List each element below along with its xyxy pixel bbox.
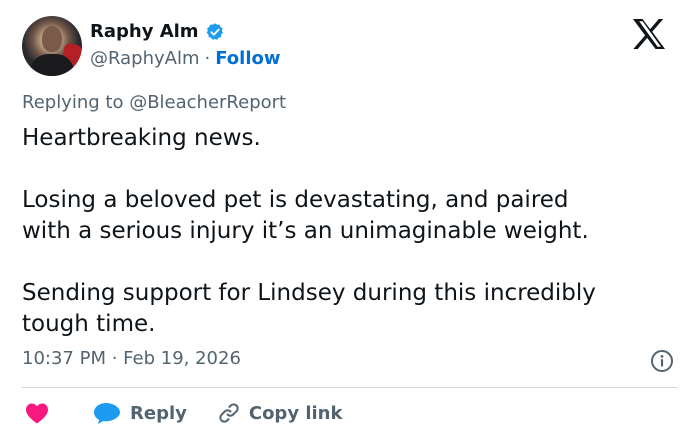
reply-label: Reply xyxy=(130,402,187,424)
x-logo-icon[interactable] xyxy=(632,18,666,50)
tweet-timestamp[interactable]: 10:37 PM · Feb 19, 2026 xyxy=(22,348,241,369)
follow-button[interactable]: Follow xyxy=(215,48,280,69)
tweet-card: Raphy Alm @RaphyAlm · Follow Replying to… xyxy=(0,0,700,440)
tweet-text: Heartbreaking news. Losing a beloved pet… xyxy=(22,125,596,337)
author-display-name[interactable]: Raphy Alm xyxy=(90,21,199,42)
heart-icon xyxy=(26,403,48,424)
like-button[interactable] xyxy=(24,401,50,425)
link-icon xyxy=(219,403,239,423)
author-name-row: Raphy Alm xyxy=(90,21,225,42)
reply-button[interactable]: Reply xyxy=(92,401,187,425)
copy-link-button[interactable]: Copy link xyxy=(217,401,343,425)
reply-bubble-icon xyxy=(94,403,120,424)
author-handle[interactable]: @RaphyAlm xyxy=(90,48,199,69)
avatar[interactable] xyxy=(22,16,82,76)
divider xyxy=(22,387,678,388)
author-handle-row: @RaphyAlm · Follow xyxy=(90,48,281,69)
copy-link-label: Copy link xyxy=(248,402,343,424)
verified-badge-icon xyxy=(206,22,223,40)
handle-separator: · xyxy=(204,48,211,69)
tweet-actions: Reply Copy link xyxy=(24,399,342,427)
replying-to-text[interactable]: Replying to @BleacherReport xyxy=(22,92,286,113)
info-icon[interactable] xyxy=(650,349,674,373)
